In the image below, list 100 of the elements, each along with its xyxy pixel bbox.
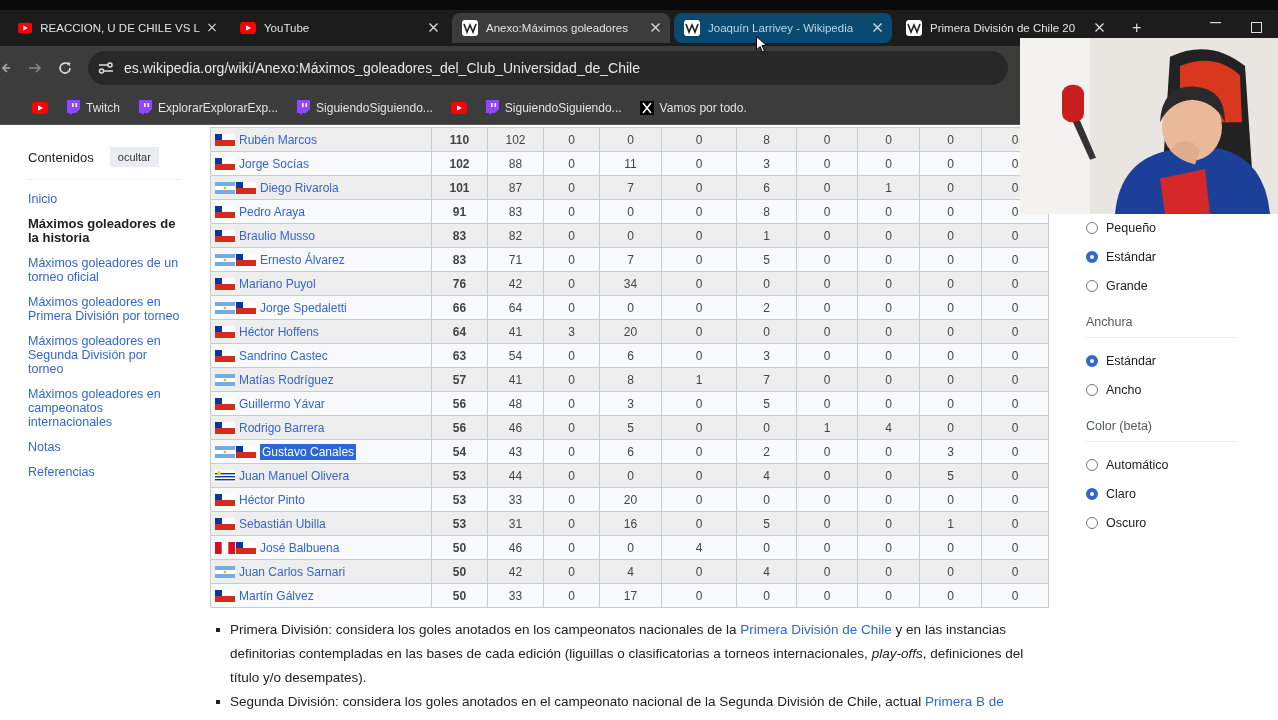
player-link[interactable]: Rubén Marcos xyxy=(239,132,318,147)
twitch-icon xyxy=(138,100,152,116)
bookmark[interactable]: SiguiendoSiguiendo... xyxy=(482,100,624,116)
player-link[interactable]: Héctor Hoffens xyxy=(239,324,319,339)
contents-link[interactable]: Máximos goleadores de la historia xyxy=(28,217,182,245)
radio-option[interactable]: Ancho xyxy=(1086,375,1142,404)
contents-link[interactable]: Máximos goleadores en Primera División por torneo xyxy=(28,295,182,323)
player-link[interactable]: Matías Rodríguez xyxy=(239,372,334,387)
group-heading: Color (beta) xyxy=(1086,414,1238,442)
flag-icon xyxy=(215,158,235,171)
flag-icon xyxy=(215,398,235,411)
note-item: Primera División: considera los goles anotados en los campeonatos nacionales de la Primera División de Chile y en las instancias definitorias contempladas en las bases de cada edición (liguillas o clasificatorias a torneos internacionales, play-offs, definiciones del título y/o desempates). xyxy=(216,618,1048,690)
link[interactable]: Primera B de xyxy=(924,694,1004,709)
flag-icon xyxy=(236,182,256,195)
wikipedia-icon xyxy=(684,19,700,36)
radio-option[interactable]: Automático xyxy=(1086,450,1169,479)
bookmark[interactable] xyxy=(30,101,50,114)
table-cell: 0 xyxy=(919,127,982,152)
flag-icon xyxy=(215,302,235,315)
twitch-icon xyxy=(484,100,499,116)
player-link[interactable]: Ernesto Álvarez xyxy=(260,252,345,267)
radio-option[interactable]: Estándar xyxy=(1086,346,1157,375)
browser-tab[interactable]: YouTube xyxy=(230,12,448,43)
player-link[interactable]: Gustavo Canales xyxy=(260,443,357,460)
bookmark[interactable] xyxy=(448,101,469,114)
radio-option[interactable]: Oscuro xyxy=(1086,508,1147,537)
player-link[interactable]: Jorge Socías xyxy=(239,156,310,171)
contents-link[interactable]: Máximos goleadores en Segunda División por torneo xyxy=(28,334,182,376)
table-cell: 0 xyxy=(543,127,600,152)
player-link[interactable]: José Balbuena xyxy=(260,540,340,555)
player-link[interactable]: Braulio Musso xyxy=(239,228,316,243)
maximize-icon[interactable] xyxy=(1251,22,1262,34)
contents-link[interactable]: Referencias xyxy=(28,465,182,479)
flag-icon xyxy=(215,134,235,147)
flag-icon xyxy=(236,302,256,315)
youtube-icon xyxy=(32,101,48,114)
group-heading: Anchura xyxy=(1086,310,1238,338)
youtube-icon xyxy=(18,21,33,34)
close-icon[interactable] xyxy=(1095,23,1104,33)
player-link[interactable]: Héctor Pinto xyxy=(239,492,306,507)
browser-tab[interactable]: Joaquín Larrivey - Wikipedia xyxy=(674,12,892,43)
contents-link[interactable]: Inicio xyxy=(28,192,182,206)
player-link[interactable]: Jorge Spedaletti xyxy=(260,300,347,315)
bookmark[interactable]: Twitch xyxy=(64,100,122,116)
table-cell: 102 xyxy=(487,127,544,152)
youtube-icon xyxy=(450,101,467,114)
wikipedia-icon xyxy=(906,19,922,36)
twitch-icon xyxy=(66,100,80,116)
player-link[interactable]: Sandrino Castec xyxy=(239,348,328,363)
flag-icon xyxy=(215,518,235,531)
flag-icon xyxy=(215,350,235,363)
x-logo-icon xyxy=(639,100,654,115)
table-cell: 110 xyxy=(431,127,488,152)
contents-link[interactable]: Máximos goleadores en campeonatos internacionales xyxy=(28,387,182,429)
flag-icon xyxy=(215,206,235,219)
close-icon[interactable] xyxy=(873,23,882,33)
player-link[interactable]: Juan Manuel Olivera xyxy=(239,468,350,483)
bookmark[interactable]: SiguiendoSiguiendo... xyxy=(294,100,435,116)
radio-option[interactable]: Estándar xyxy=(1086,242,1157,271)
bookmark[interactable]: ExplorarExplorarExp... xyxy=(136,100,281,116)
flag-icon xyxy=(215,326,235,339)
table-cell: 0 xyxy=(661,127,737,152)
table-cell: 0 xyxy=(796,127,858,152)
flag-icon xyxy=(215,422,235,435)
radio-option[interactable]: Grande xyxy=(1086,271,1148,300)
close-icon[interactable] xyxy=(429,23,438,33)
flag-icon xyxy=(215,278,235,291)
flag-icon xyxy=(215,446,235,459)
hide-button[interactable]: ocultar xyxy=(109,147,159,167)
contents-link[interactable]: Máximos goleadores de un torneo oficial xyxy=(28,256,182,284)
flag-icon xyxy=(236,254,256,267)
player-link[interactable]: Pedro Araya xyxy=(239,204,306,219)
close-icon[interactable] xyxy=(651,23,660,33)
player-link[interactable]: Guillermo Yávar xyxy=(239,396,325,411)
player-link[interactable]: Martín Gálvez xyxy=(239,588,314,603)
player-link[interactable]: Diego Rivarola xyxy=(260,180,339,195)
link[interactable]: Primera División de Chile xyxy=(740,622,892,637)
table-cell: 0 xyxy=(857,127,920,152)
flag-icon xyxy=(215,374,235,387)
close-icon[interactable] xyxy=(208,23,216,33)
address-bar[interactable]: es.wikipedia.org/wiki/Anexo:Máximos_goleadores_del_Club_Universidad_de_Chile xyxy=(88,51,1008,86)
youtube-icon xyxy=(240,21,256,34)
new-tab-button[interactable]: + xyxy=(1130,19,1144,36)
bookmark[interactable]: Vamos por todo. xyxy=(637,100,749,115)
reload-icon[interactable] xyxy=(58,61,72,76)
radio-option[interactable]: Claro xyxy=(1086,479,1136,508)
browser-tab[interactable]: Anexo:Máximos goleadores xyxy=(452,12,670,43)
player-link[interactable]: Mariano Puyol xyxy=(239,276,316,291)
contents-link[interactable]: Notas xyxy=(28,440,182,454)
site-settings-icon[interactable] xyxy=(98,61,114,76)
minimize-icon[interactable] xyxy=(1210,22,1221,25)
player-link[interactable]: Sebastián Ubilla xyxy=(239,516,326,531)
flag-icon xyxy=(215,542,235,555)
wikipedia-icon xyxy=(462,19,478,36)
twitch-icon xyxy=(296,100,311,116)
table-cell: 0 xyxy=(599,127,662,152)
flag-icon xyxy=(215,254,235,267)
player-link[interactable]: Juan Carlos Sarnari xyxy=(239,564,346,579)
player-link[interactable]: Rodrigo Barrera xyxy=(239,420,325,435)
browser-tab[interactable]: REACCION, U DE CHILE VS L xyxy=(8,12,226,43)
